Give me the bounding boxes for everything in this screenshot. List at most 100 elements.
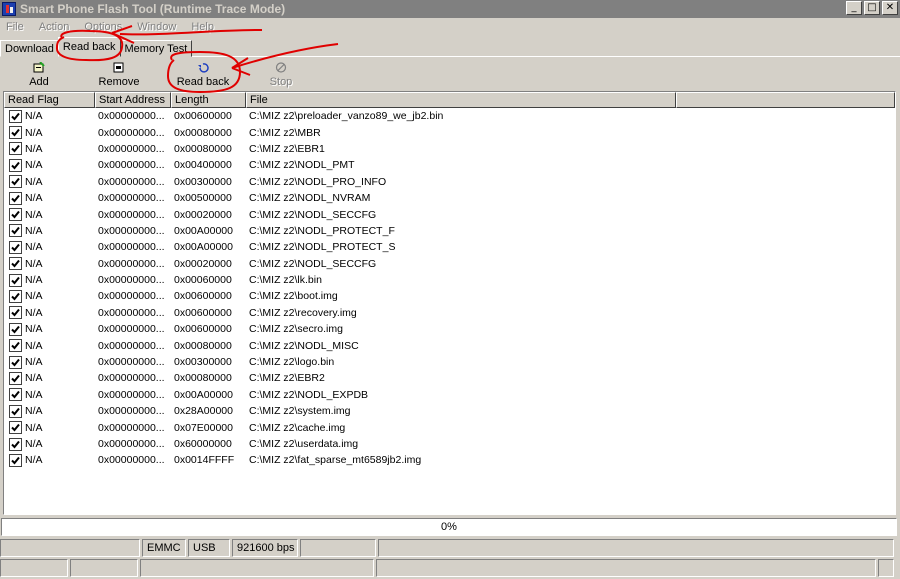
read-checkbox[interactable] — [9, 273, 22, 287]
table-row[interactable]: N/A 0x00000000... 0x00060000 C:\MIZ z2\lk.b… — [4, 272, 895, 288]
table-row[interactable]: N/A 0x00000000... 0x00A00000 C:\MIZ z2\NODL… — [4, 239, 895, 255]
read-checkbox[interactable] — [9, 289, 22, 303]
read-checkbox[interactable] — [9, 306, 22, 320]
read-flag-text: N/A — [25, 274, 43, 287]
table-row[interactable]: N/A 0x00000000... 0x28A00000 C:\MIZ z2\syst… — [4, 403, 895, 419]
read-checkbox[interactable] — [9, 109, 22, 123]
read-checkbox[interactable] — [9, 371, 22, 385]
read-checkbox[interactable] — [9, 224, 22, 238]
length-cell: 0x00080000 — [174, 142, 232, 155]
table-row[interactable]: N/A 0x00000000... 0x00020000 C:\MIZ z2\NODL… — [4, 206, 895, 222]
table-row[interactable]: N/A 0x00000000... 0x00300000 C:\MIZ z2\logo… — [4, 354, 895, 370]
read-flag-text: N/A — [25, 306, 43, 319]
table-row[interactable]: N/A 0x00000000... 0x00080000 C:\MIZ z2\EBR1 — [4, 141, 895, 157]
table-row[interactable]: N/A 0x00000000... 0x00600000 C:\MIZ z2\prel… — [4, 108, 895, 124]
table-row[interactable]: N/A 0x00000000... 0x00A00000 C:\MIZ z2\NODL… — [4, 223, 895, 239]
table-row[interactable]: N/A 0x00000000... 0x00600000 C:\MIZ z2\boot… — [4, 288, 895, 304]
menu-file[interactable]: File — [6, 21, 31, 33]
status-storage: EMMC — [142, 539, 186, 557]
close-button[interactable]: ✕ — [882, 1, 898, 15]
table-row[interactable]: N/A 0x00000000... 0x00600000 C:\MIZ z2\reco… — [4, 305, 895, 321]
read-checkbox[interactable] — [9, 240, 22, 254]
table-row[interactable]: N/A 0x00000000... 0x00300000 C:\MIZ z2\NODL… — [4, 174, 895, 190]
length-cell: 0x00060000 — [174, 274, 232, 287]
menu-options[interactable]: Options — [84, 21, 129, 33]
readback-list[interactable]: Read Flag Start Address Length File N/A 0… — [3, 91, 896, 515]
menu-help[interactable]: Help — [191, 21, 221, 33]
read-flag-text: N/A — [25, 241, 43, 254]
read-checkbox[interactable] — [9, 421, 22, 435]
table-row[interactable]: N/A 0x00000000... 0x00020000 C:\MIZ z2\NODL… — [4, 256, 895, 272]
read-flag-cell: N/A — [4, 339, 95, 353]
checkmark-icon — [11, 407, 20, 416]
minimize-button[interactable]: _ — [846, 1, 862, 15]
start-address-cell: 0x00000000... — [98, 306, 165, 319]
tab-download[interactable]: Download — [0, 40, 59, 57]
read-checkbox[interactable] — [9, 191, 22, 205]
table-row[interactable]: N/A 0x00000000... 0x00080000 C:\MIZ z2\NODL… — [4, 337, 895, 353]
file-cell: C:\MIZ z2\NODL_SECCFG — [249, 257, 377, 270]
checkmark-icon — [11, 391, 20, 399]
read-flag-text: N/A — [25, 388, 43, 401]
start-address-cell: 0x00000000... — [98, 405, 165, 418]
table-row[interactable]: N/A 0x00000000... 0x00500000 C:\MIZ z2\NODL… — [4, 190, 895, 206]
read-flag-cell: N/A — [4, 224, 95, 238]
read-flag-cell: N/A — [4, 421, 95, 435]
table-row[interactable]: N/A 0x00000000... 0x60000000 C:\MIZ z2\user… — [4, 436, 895, 452]
remove-label: Remove — [98, 76, 140, 88]
read-checkbox[interactable] — [9, 126, 22, 140]
length-cell: 0x60000000 — [174, 438, 232, 450]
file-cell: C:\MIZ z2\NODL_EXPDB — [249, 388, 369, 401]
read-checkbox[interactable] — [9, 175, 22, 189]
menu-action[interactable]: Action — [39, 21, 77, 33]
read-checkbox[interactable] — [9, 158, 22, 172]
read-checkbox[interactable] — [9, 208, 22, 222]
table-row[interactable]: N/A 0x00000000... 0x00400000 C:\MIZ z2\NODL… — [4, 157, 895, 173]
read-checkbox[interactable] — [9, 388, 22, 402]
table-row[interactable]: N/A 0x00000000... 0x00600000 C:\MIZ z2\secr… — [4, 321, 895, 337]
stop-button[interactable]: Stop — [242, 58, 320, 90]
read-flag-text: N/A — [25, 257, 43, 270]
column-spacer — [676, 92, 895, 108]
read-checkbox[interactable] — [9, 339, 22, 353]
read-checkbox[interactable] — [9, 322, 22, 336]
column-start-address[interactable]: Start Address — [95, 92, 171, 108]
read-flag-text: N/A — [25, 192, 43, 205]
read-checkbox[interactable] — [9, 257, 22, 271]
window-title: Smart Phone Flash Tool (Runtime Trace Mo… — [20, 2, 286, 16]
read-checkbox[interactable] — [9, 355, 22, 369]
read-back-button[interactable]: Read back — [164, 58, 242, 90]
column-file[interactable]: File — [246, 92, 676, 108]
read-flag-text: N/A — [25, 208, 43, 221]
file-cell: C:\MIZ z2\userdata.img — [249, 438, 359, 450]
status-baud: 921600 bps — [232, 539, 298, 557]
size-grip[interactable] — [878, 559, 894, 577]
tab-read-back[interactable]: Read back — [57, 37, 121, 57]
table-row[interactable]: N/A 0x00000000... 0x00080000 C:\MIZ z2\MBR — [4, 124, 895, 140]
length-cell: 0x00080000 — [174, 339, 232, 352]
column-length[interactable]: Length — [171, 92, 246, 108]
remove-icon — [113, 62, 125, 73]
read-flag-text: N/A — [25, 438, 43, 450]
table-row[interactable]: N/A 0x00000000... 0x07E00000 C:\MIZ z2\cach… — [4, 419, 895, 435]
read-checkbox[interactable] — [9, 142, 22, 156]
read-checkbox[interactable] — [9, 404, 22, 418]
table-row[interactable]: N/A 0x00000000... 0x00080000 C:\MIZ z2\EBR2 — [4, 370, 895, 386]
stop-label: Stop — [269, 76, 293, 88]
checkmark-icon — [11, 194, 20, 203]
length-cell: 0x00600000 — [174, 290, 232, 303]
title-bar: Smart Phone Flash Tool (Runtime Trace Mo… — [0, 0, 900, 18]
remove-button[interactable]: Remove — [80, 58, 158, 90]
read-checkbox[interactable] — [9, 453, 22, 467]
file-cell: C:\MIZ z2\system.img — [249, 405, 351, 418]
read-checkbox[interactable] — [9, 437, 22, 451]
table-row[interactable]: N/A 0x00000000... 0x0014FFFF C:\MIZ z2\fat_… — [4, 452, 895, 468]
add-button[interactable]: Add — [0, 58, 78, 90]
table-row[interactable]: N/A 0x00000000... 0x00A00000 C:\MIZ z2\NODL… — [4, 387, 895, 403]
tab-memory-test[interactable]: Memory Test — [119, 40, 193, 57]
length-cell: 0x00500000 — [174, 192, 232, 205]
maximize-button[interactable]: □ — [864, 1, 880, 15]
column-read-flag[interactable]: Read Flag — [4, 92, 95, 108]
length-cell: 0x00020000 — [174, 208, 232, 221]
menu-window[interactable]: Window — [137, 21, 183, 33]
